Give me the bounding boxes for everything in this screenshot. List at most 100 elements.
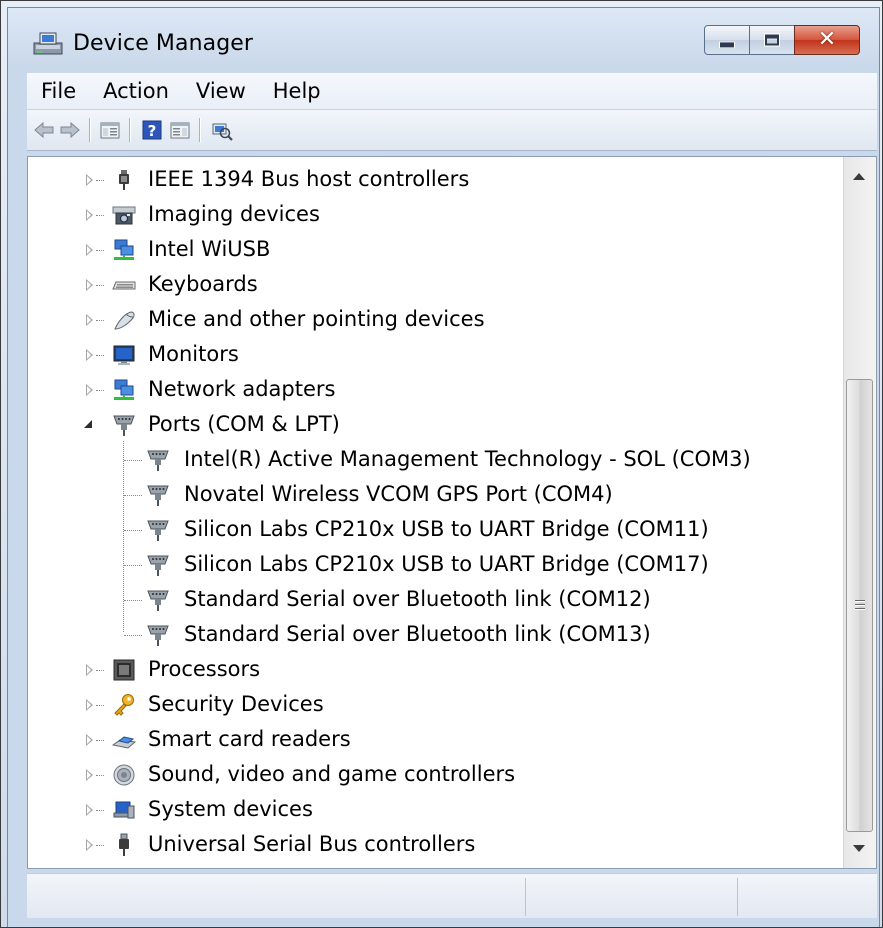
tree-connector bbox=[96, 845, 104, 846]
smart-card-reader-icon bbox=[112, 736, 136, 749]
title-bar[interactable]: Device Manager ✕ bbox=[9, 9, 878, 69]
mouse-icon bbox=[114, 311, 135, 330]
tree-node-keyboards[interactable]: Keyboards bbox=[28, 267, 838, 301]
tree-node-security-devices[interactable]: Security Devices bbox=[28, 687, 838, 721]
collapse-icon[interactable] bbox=[84, 420, 92, 428]
tree-node-label: Security Devices bbox=[148, 692, 324, 716]
menu-file[interactable]: File bbox=[27, 73, 89, 109]
tree-node-port-com11[interactable]: Silicon Labs CP210x USB to UART Bridge (… bbox=[28, 512, 838, 546]
tree-node-port-com17[interactable]: Silicon Labs CP210x USB to UART Bridge (… bbox=[28, 547, 838, 581]
expand-icon[interactable] bbox=[86, 244, 93, 256]
expand-icon[interactable] bbox=[86, 839, 93, 851]
tree-node-label: Ports (COM & LPT) bbox=[148, 412, 340, 436]
tree-node-smart-card-readers[interactable]: Smart card readers bbox=[28, 722, 838, 756]
expand-icon[interactable] bbox=[86, 174, 93, 186]
port-icon bbox=[147, 485, 169, 506]
tree-node-label: Monitors bbox=[148, 342, 239, 366]
close-button[interactable]: ✕ bbox=[794, 25, 860, 55]
grip-icon bbox=[855, 608, 865, 609]
grip-icon bbox=[855, 600, 865, 601]
expand-icon[interactable] bbox=[86, 384, 93, 396]
toolbar: ? bbox=[27, 110, 877, 151]
tree-node-port-com3[interactable]: Intel(R) Active Management Technology - … bbox=[28, 442, 838, 476]
tree-connector bbox=[124, 565, 142, 566]
tree-node-imaging-devices[interactable]: Imaging devices bbox=[28, 197, 838, 231]
scan-hardware-icon[interactable] bbox=[211, 119, 233, 141]
expand-icon[interactable] bbox=[86, 734, 93, 746]
tree-node-label: Novatel Wireless VCOM GPS Port (COM4) bbox=[184, 482, 613, 506]
tree-node-label: Universal Serial Bus controllers bbox=[148, 832, 476, 856]
tree-connector bbox=[96, 670, 104, 671]
toolbar-separator bbox=[129, 118, 130, 142]
caption-buttons: ✕ bbox=[704, 25, 860, 57]
tree-connector bbox=[124, 460, 142, 461]
port-icon bbox=[113, 415, 135, 436]
show-action-pane-icon[interactable] bbox=[169, 119, 191, 141]
tree-node-ieee1394[interactable]: IEEE 1394 Bus host controllers bbox=[28, 162, 838, 196]
tree-node-ports[interactable]: Ports (COM & LPT) bbox=[28, 407, 838, 441]
tree-connector bbox=[96, 740, 104, 741]
scrollbar-thumb[interactable] bbox=[846, 379, 873, 832]
tree-node-label: Silicon Labs CP210x USB to UART Bridge (… bbox=[184, 552, 709, 576]
expand-icon[interactable] bbox=[86, 349, 93, 361]
tree-node-monitors[interactable]: Monitors bbox=[28, 337, 838, 371]
usb-icon bbox=[119, 833, 129, 856]
expand-icon[interactable] bbox=[86, 664, 93, 676]
show-hide-console-tree-icon[interactable] bbox=[99, 119, 121, 141]
maximize-button[interactable] bbox=[749, 25, 795, 55]
tree-connector bbox=[96, 705, 104, 706]
device-tree[interactable]: IEEE 1394 Bus host controllers Imaging d… bbox=[27, 156, 877, 869]
expand-icon[interactable] bbox=[86, 209, 93, 221]
scroll-up-icon[interactable] bbox=[853, 173, 865, 180]
menu-bar: File Action View Help bbox=[27, 73, 877, 110]
firewire-controller-icon bbox=[119, 170, 129, 190]
processor-icon bbox=[113, 659, 135, 681]
vertical-scrollbar[interactable] bbox=[843, 157, 876, 868]
tree-node-mice[interactable]: Mice and other pointing devices bbox=[28, 302, 838, 336]
speaker-icon bbox=[113, 764, 135, 786]
tree-node-intel-wiusb[interactable]: Intel WiUSB bbox=[28, 232, 838, 266]
tree-node-label: Intel(R) Active Management Technology - … bbox=[184, 447, 751, 471]
tree-connector bbox=[124, 530, 142, 531]
menu-action[interactable]: Action bbox=[89, 73, 182, 109]
tree-node-sound-video-game[interactable]: Sound, video and game controllers bbox=[28, 757, 838, 791]
menu-help[interactable]: Help bbox=[259, 73, 334, 109]
tree-connector bbox=[96, 250, 104, 251]
window-title: Device Manager bbox=[73, 31, 254, 56]
scroll-down-icon[interactable] bbox=[853, 845, 865, 852]
tree-node-system-devices[interactable]: System devices bbox=[28, 792, 838, 826]
expand-icon[interactable] bbox=[86, 699, 93, 711]
camera-icon bbox=[112, 206, 136, 225]
expand-icon[interactable] bbox=[86, 279, 93, 291]
network-icon bbox=[114, 239, 134, 260]
toolbar-separator bbox=[89, 118, 90, 142]
status-pane bbox=[27, 878, 525, 916]
menu-view[interactable]: View bbox=[182, 73, 259, 109]
tree-connector bbox=[124, 600, 142, 601]
back-arrow-icon[interactable] bbox=[33, 119, 55, 141]
tree-node-port-com4[interactable]: Novatel Wireless VCOM GPS Port (COM4) bbox=[28, 477, 838, 511]
expand-icon[interactable] bbox=[86, 314, 93, 326]
tree-node-port-com12[interactable]: Standard Serial over Bluetooth link (COM… bbox=[28, 582, 838, 616]
tree-connector bbox=[96, 320, 104, 321]
tree-node-network-adapters[interactable]: Network adapters bbox=[28, 372, 838, 406]
status-pane bbox=[737, 878, 878, 916]
tree-connector bbox=[96, 810, 104, 811]
tree-node-port-com13[interactable]: Standard Serial over Bluetooth link (COM… bbox=[28, 617, 838, 651]
port-icon bbox=[147, 625, 169, 646]
tree-connector bbox=[96, 775, 104, 776]
network-icon bbox=[114, 379, 134, 400]
tree-node-processors[interactable]: Processors bbox=[28, 652, 838, 686]
minimize-button[interactable] bbox=[704, 25, 750, 55]
tree-node-label: Keyboards bbox=[148, 272, 258, 296]
tree-node-usb-controllers[interactable]: Universal Serial Bus controllers bbox=[28, 827, 838, 861]
tree-connector bbox=[124, 635, 142, 636]
expand-icon[interactable] bbox=[86, 769, 93, 781]
port-icon bbox=[147, 520, 169, 541]
forward-arrow-icon[interactable] bbox=[59, 119, 81, 141]
tree-node-label: System devices bbox=[148, 797, 313, 821]
tree-node-label: Imaging devices bbox=[148, 202, 320, 226]
expand-icon[interactable] bbox=[86, 804, 93, 816]
help-icon[interactable]: ? bbox=[141, 119, 163, 141]
grip-icon bbox=[855, 604, 865, 605]
